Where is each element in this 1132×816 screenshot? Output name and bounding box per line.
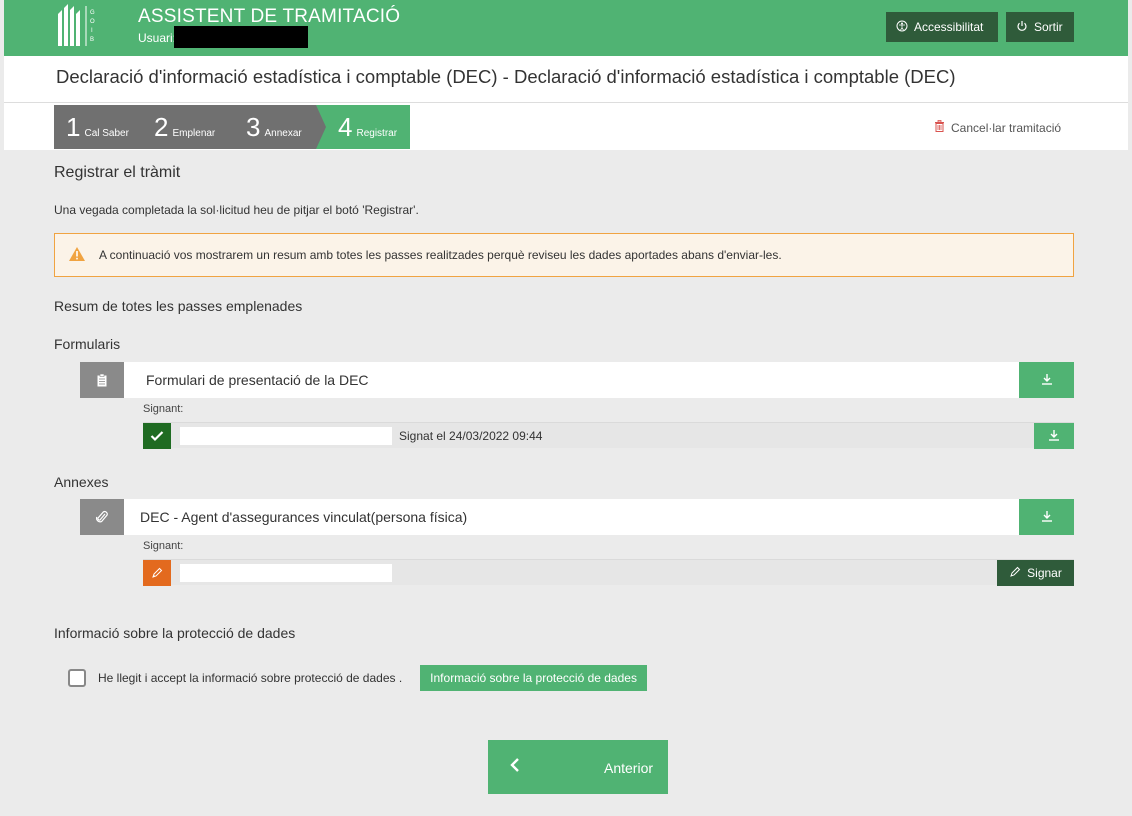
privacy-accept-label: He llegit i accept la informació sobre p… — [98, 671, 403, 685]
download-icon — [1041, 510, 1053, 525]
step-registrar: 4 Registrar — [316, 105, 410, 149]
form-download-button[interactable] — [1019, 362, 1074, 398]
step-number: 4 — [338, 112, 353, 142]
annex-download-button[interactable] — [1019, 499, 1074, 535]
step-label: Annexar — [264, 128, 302, 139]
svg-text:B: B — [90, 37, 94, 43]
previous-label: Anterior — [604, 760, 654, 776]
app-title: ASSISTENT DE TRAMITACIÓ — [138, 6, 401, 27]
step-bar: 1 Cal Saber 2 Emplenar 3 Annexar 4 Regis… — [54, 105, 410, 149]
privacy-accept-row: He llegit i accept la informació sobre p… — [68, 665, 647, 691]
warning-icon — [69, 246, 85, 264]
cancel-label: Cancel·lar tramitació — [951, 120, 1062, 135]
step-number: 1 — [66, 112, 81, 142]
annex-signature-row: Signar — [143, 559, 1074, 586]
annex-signant-label: Signant: — [143, 540, 184, 552]
step-cal-saber[interactable]: 1 Cal Saber — [54, 105, 142, 149]
section-title: Registrar el tràmit — [54, 164, 181, 181]
form-signant-label: Signant: — [143, 403, 184, 415]
trash-icon — [934, 120, 945, 135]
svg-text:O: O — [90, 19, 95, 25]
step-number: 3 — [246, 112, 261, 142]
accessibility-icon — [896, 20, 908, 35]
download-icon — [1048, 429, 1060, 444]
privacy-checkbox[interactable] — [68, 669, 86, 687]
sign-button-label: Signar — [1027, 566, 1062, 580]
form-row: Formulari de presentació de la DEC — [80, 362, 1074, 398]
check-icon — [143, 423, 171, 449]
chevron-left-icon — [510, 756, 520, 779]
exit-button[interactable]: Sortir — [1006, 12, 1074, 42]
step-label: Registrar — [356, 128, 398, 139]
forms-title: Formularis — [54, 336, 121, 352]
step-number: 2 — [154, 112, 169, 142]
annex-row: DEC - Agent d'assegurances vinculat(pers… — [80, 499, 1074, 535]
annex-name: DEC - Agent d'assegurances vinculat(pers… — [140, 509, 468, 525]
previous-button[interactable]: Anterior — [488, 740, 668, 794]
form-name: Formulari de presentació de la DEC — [146, 372, 369, 388]
summary-title: Resum de totes les passes emplenades — [54, 298, 303, 314]
form-signer-field — [180, 427, 392, 445]
signed-download-button[interactable] — [1034, 423, 1074, 449]
form-signature-row: Signat el 24/03/2022 09:44 — [143, 422, 1074, 449]
step-label: Emplenar — [172, 128, 216, 139]
privacy-title: Informació sobre la protecció de dades — [54, 625, 296, 641]
download-icon — [1041, 373, 1053, 388]
clipboard-icon — [80, 362, 124, 398]
exit-label: Sortir — [1034, 20, 1063, 34]
power-icon — [1016, 20, 1028, 35]
intro-text: Una vegada completada la sol·licitud heu… — [54, 203, 419, 217]
step-label: Cal Saber — [84, 128, 129, 139]
sign-button[interactable]: Signar — [997, 560, 1074, 586]
goib-logo: G O I B — [56, 4, 104, 48]
step-emplenar[interactable]: 2 Emplenar — [142, 105, 232, 149]
annexes-title: Annexes — [54, 474, 109, 490]
svg-text:G: G — [90, 10, 95, 16]
svg-text:I: I — [91, 28, 93, 34]
pen-icon — [143, 560, 171, 586]
warning-box: A continuació vos mostrarem un resum amb… — [54, 233, 1074, 277]
step-arrow — [316, 105, 326, 149]
annex-signer-field — [180, 564, 392, 582]
paperclip-icon — [80, 499, 124, 535]
accessibility-label: Accessibilitat — [914, 20, 984, 34]
step-annexar[interactable]: 3 Annexar — [232, 105, 326, 149]
accessibility-button[interactable]: Accessibilitat — [886, 12, 998, 42]
cancel-tramitacio-link[interactable]: Cancel·lar tramitació — [934, 120, 1061, 135]
user-label: Usuari: — [138, 31, 177, 45]
page-title: Declaració d'informació estadística i co… — [56, 66, 956, 87]
warning-text: A continuació vos mostrarem un resum amb… — [99, 248, 782, 262]
privacy-info-button[interactable]: Informació sobre la protecció de dades — [420, 665, 647, 691]
user-name-redacted — [174, 26, 308, 48]
pen-icon — [1009, 566, 1021, 581]
form-signed-date: Signat el 24/03/2022 09:44 — [399, 429, 543, 443]
